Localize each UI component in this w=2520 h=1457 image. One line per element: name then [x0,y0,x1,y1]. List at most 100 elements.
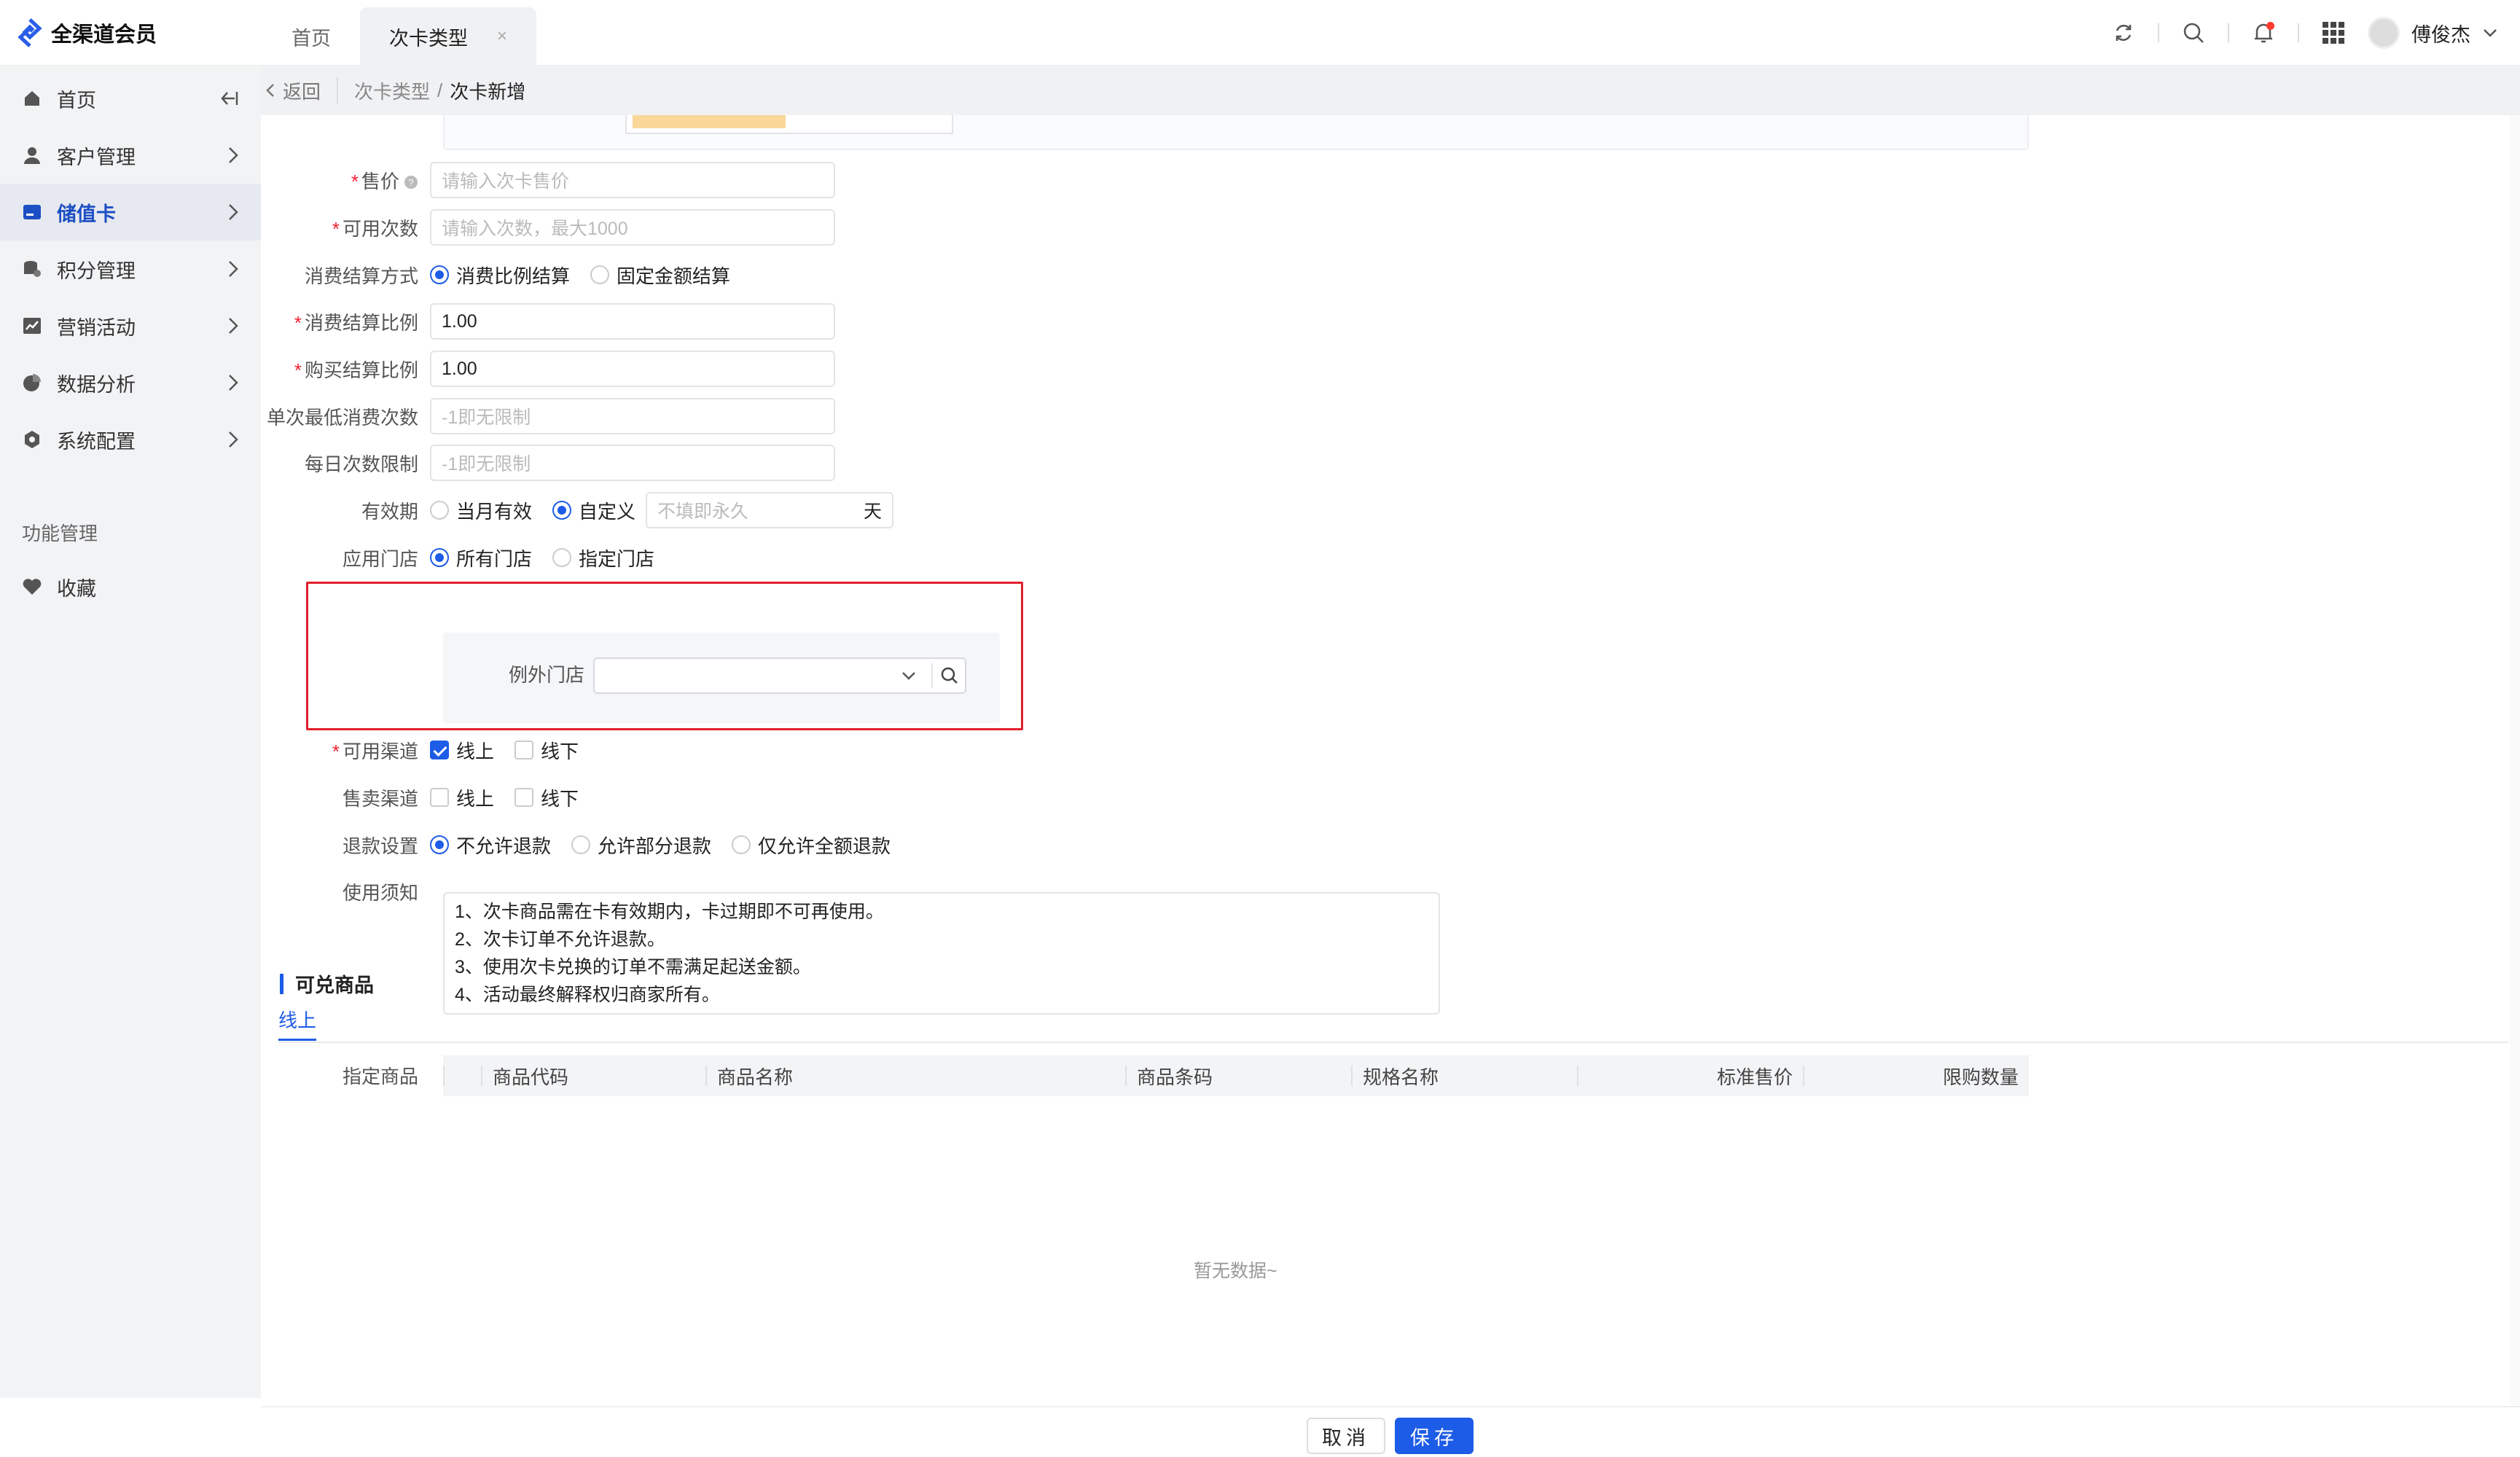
radio-label: 固定金额结算 [617,265,731,287]
validity-days-input[interactable]: 不填即永久 天 [646,492,894,528]
radio-no-refund[interactable]: 不允许退款 [430,832,551,859]
notes-textarea[interactable]: 1、次卡商品需在卡有效期内，卡过期即不可再使用。 2、次卡订单不允许退款。 3、… [443,892,1440,1015]
section-title-text: 可兑商品 [295,974,374,996]
chevron-right-icon [229,204,238,220]
radio-unchecked-icon [430,501,449,520]
radio-custom[interactable]: 自定义 [552,497,635,524]
price-input[interactable]: 请输入次卡售价 [430,162,835,198]
logo-icon [17,18,42,47]
app-logo[interactable]: 全渠道会员 [17,16,157,50]
card-icon [22,202,42,222]
tab-home[interactable]: 首页 [262,7,360,66]
radio-label: 自定义 [579,500,636,523]
search-icon[interactable] [940,666,959,685]
radio-current-month[interactable]: 当月有效 [430,497,532,524]
checkbox-checked-icon [430,741,449,759]
table-header-cell: 商品名称 [705,1055,1125,1096]
radio-checked-icon [430,265,449,284]
top-bar: 全渠道会员 首页 次卡类型 × 傅俊杰 [0,0,2520,66]
radio-label: 当月有效 [456,500,533,523]
empty-state: 暂无数据~ [1194,1261,1277,1281]
exception-stores-label: 例外门店 [509,664,585,686]
sidebar-item-favorites[interactable]: 收藏 [0,558,261,615]
home-icon [22,88,42,109]
radio-label: 仅允许全额退款 [758,835,891,857]
buy-ratio-input[interactable]: 1.00 [430,351,835,387]
sidebar-item-stored-card[interactable]: 储值卡 [0,184,261,241]
label-text: 购买结算比例 [304,359,418,381]
radio-specific-stores[interactable]: 指定门店 [552,544,654,571]
row-count: * 可用次数 请输入次数，最大1000 [261,209,835,246]
count-input[interactable]: 请输入次数，最大1000 [430,209,835,246]
close-icon[interactable]: × [497,26,507,47]
row-min-consume: 单次最低消费次数 -1即无限制 [261,398,835,434]
checkbox-label: 线下 [541,787,579,810]
scrollbar[interactable] [2510,115,2520,1405]
min-consume-input[interactable]: -1即无限制 [430,398,835,434]
exception-stores-select[interactable] [593,657,966,694]
checkbox-sale-online[interactable]: 线上 [430,784,494,811]
help-icon[interactable]: ? [404,175,418,190]
chevron-right-icon [229,261,238,277]
breadcrumb-parent[interactable]: 次卡类型 [354,77,430,104]
tab-online[interactable]: 线上 [278,1006,317,1041]
checkbox-unchecked-icon [430,788,449,807]
radio-fixed-settle[interactable]: 固定金额结算 [590,262,730,289]
label-text: 消费结算比例 [304,311,418,334]
sidebar-item-points[interactable]: 积分管理 [0,241,261,297]
checkbox-sale-offline[interactable]: 线下 [514,784,579,811]
table-checkbox-column [443,1055,481,1096]
daily-limit-input[interactable]: -1即无限制 [430,445,835,481]
sidebar-item-customers[interactable]: 客户管理 [0,127,261,184]
radio-full-refund[interactable]: 仅允许全额退款 [732,832,891,859]
sidebar-item-marketing[interactable]: 营销活动 [0,297,261,354]
radio-ratio-settle[interactable]: 消费比例结算 [430,262,570,289]
radio-partial-refund[interactable]: 允许部分退款 [571,832,711,859]
row-buy-ratio: * 购买结算比例 1.00 [261,351,835,387]
bell-icon[interactable] [2238,0,2289,66]
row-price: * 售价? 请输入次卡售价 [261,162,835,198]
divider [2228,23,2229,42]
checkbox-offline[interactable]: 线下 [514,737,579,764]
checkbox-label: 线上 [456,740,495,762]
chevron-right-icon [229,431,238,448]
divider [2298,23,2299,42]
days-unit: 天 [864,501,883,522]
apps-grid-icon[interactable] [2308,0,2359,66]
tab-card-type[interactable]: 次卡类型 × [360,7,537,66]
sidebar-item-label: 积分管理 [57,259,136,282]
refund-label: 退款设置 [342,835,418,857]
back-button[interactable]: 返回 [265,77,339,104]
sidebar: 首页 客户管理 储值卡 积分管理 营销活动 数据分析 系统配置 功能管理 收藏 [0,66,261,1398]
notification-dot [2266,22,2274,30]
section-bar [280,973,283,994]
label-text: 可用次数 [342,217,418,240]
refresh-icon[interactable] [2098,0,2149,66]
radio-all-stores[interactable]: 所有门店 [430,544,532,571]
sidebar-item-home[interactable]: 首页 [0,70,261,127]
user-menu[interactable]: 傅俊杰 [2368,17,2498,49]
breadcrumb-separator: / [437,79,443,101]
sidebar-item-analytics[interactable]: 数据分析 [0,354,261,411]
row-refund: 退款设置 不允许退款 允许部分退款 仅允许全额退款 [261,827,911,863]
radio-label: 指定门店 [579,547,655,570]
channels-label: * 可用渠道 [332,740,418,762]
count-label: * 可用次数 [332,217,418,240]
collapse-sidebar-icon[interactable] [219,89,239,108]
notes-line: 3、使用次卡兑换的订单不需满足起送金额。 [455,957,811,977]
stores-label: 应用门店 [342,547,418,570]
avatar [2368,17,2400,49]
back-label: 返回 [283,80,321,103]
sidebar-item-settings[interactable]: 系统配置 [0,411,261,468]
main-content: 返回 次卡类型 / 次卡新增 * 售价? 请输入次卡售价 * 可用次数 请输入次数，… [261,66,2520,1457]
checkbox-online[interactable]: 线上 [430,737,494,764]
save-button[interactable]: 保存 [1395,1418,1474,1454]
search-icon[interactable] [2168,0,2219,66]
consume-ratio-label: * 消费结算比例 [294,311,418,334]
table-header-cell: 规格名称 [1351,1055,1577,1096]
consume-ratio-input[interactable]: 1.00 [430,303,835,340]
sidebar-item-label: 首页 [57,89,96,112]
cancel-button[interactable]: 取消 [1307,1418,1385,1454]
radio-label: 消费比例结算 [456,265,571,287]
radio-checked-icon [430,548,449,567]
